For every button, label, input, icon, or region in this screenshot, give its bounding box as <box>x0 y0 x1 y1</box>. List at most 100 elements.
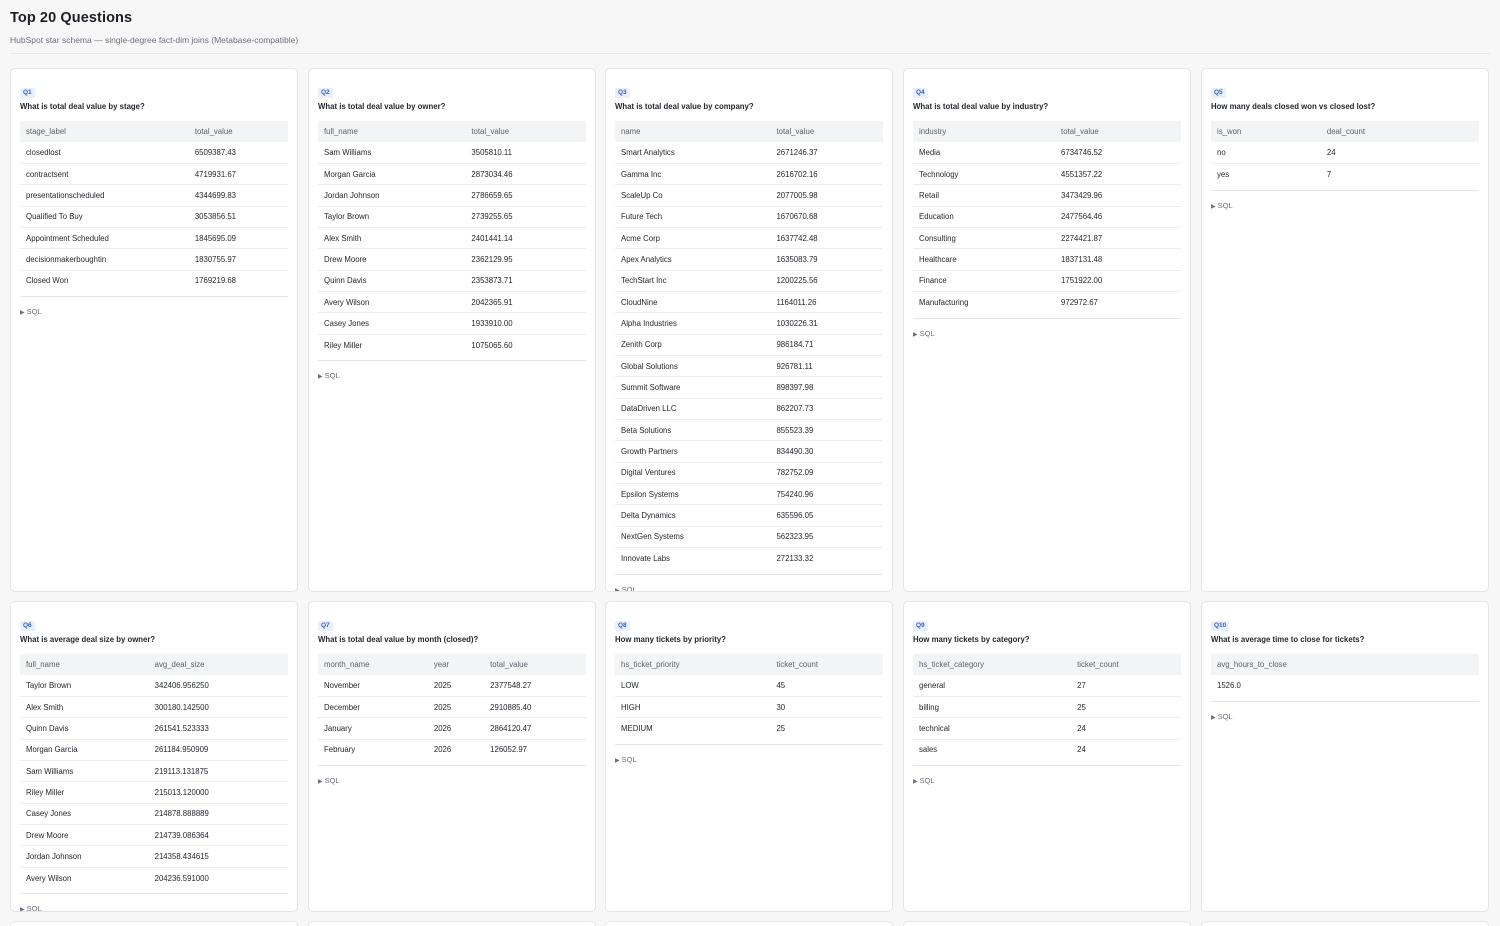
table-row: Digital Ventures 782752.09 <box>615 462 883 485</box>
question-badge: Q10 <box>1211 621 1230 631</box>
column-header: is_won <box>1211 121 1321 142</box>
table-cell: NextGen Systems <box>615 526 771 549</box>
table-cell: 926781.11 <box>770 355 883 378</box>
table-row: TechStart Inc 1200225.56 <box>615 270 883 292</box>
header-divider <box>10 53 1490 54</box>
table-cell: 862207.73 <box>770 398 883 420</box>
result-table: full_name avg_deal_size Taylor Brown 342406… <box>20 654 288 888</box>
table-cell: 972972.67 <box>1061 297 1098 307</box>
column-header: full_name <box>20 654 149 675</box>
page-subtitle: HubSpot star schema — single-degree fact… <box>10 35 299 45</box>
sql-toggle[interactable]: ▶ SQL <box>913 328 1181 340</box>
table-cell: Riley Miller <box>20 781 149 804</box>
question-title: What is total deal value by month (close… <box>318 635 479 644</box>
table-cell: Alpha Industries <box>615 312 771 335</box>
table-cell: 1845695.09 <box>188 227 288 250</box>
table-cell: 6734746.52 <box>1055 142 1181 164</box>
column-header: stage_label <box>20 121 189 142</box>
column-header: total_value <box>188 121 288 142</box>
sql-toggle[interactable]: ▶ SQL <box>20 903 288 911</box>
table-cell: 4719931.67 <box>188 163 288 186</box>
table-row: Technology 4551357.22 <box>913 163 1181 186</box>
table-row: Quinn Davis 261541.523333 <box>20 717 288 740</box>
table-cell: 3053856.51 <box>188 206 288 228</box>
table-cell: February <box>324 745 356 755</box>
table-row: sales 24 <box>913 739 1181 760</box>
table-header-row: name total_value <box>615 121 883 142</box>
table-row: January 2026 2864120.47 <box>318 717 586 740</box>
table-cell: 261541.523333 <box>148 717 288 740</box>
question-badge: Q6 <box>20 621 35 631</box>
table-row: no 24 <box>1211 142 1479 164</box>
table-row: Appointment Scheduled 1845695.09 <box>20 227 288 250</box>
column-header: month_name <box>318 654 428 675</box>
table-cell: 261184.950909 <box>148 739 288 761</box>
question-title: What is total deal value by owner? <box>318 102 446 111</box>
question-card-partial <box>605 921 893 926</box>
column-header: ticket_count <box>770 654 883 675</box>
sql-toggle[interactable]: ▶ SQL <box>20 306 288 318</box>
column-header: industry <box>913 121 1056 142</box>
table-cell: 1637742.48 <box>770 227 883 250</box>
table-cell: November <box>318 675 428 697</box>
result-table: stage_label total_value closedlost 6509387.… <box>20 121 288 291</box>
table-row: Sam Williams 3505810.11 <box>318 142 586 164</box>
page-header: Top 20 Questions HubSpot star schema — s… <box>10 10 298 45</box>
sql-toggle[interactable]: ▶ SQL <box>615 584 883 591</box>
table-cell: Casey Jones <box>318 312 466 335</box>
table-cell: ScaleUp Co <box>615 184 771 207</box>
table-cell: 1075065.60 <box>471 340 513 350</box>
caret-right-icon: ▶ <box>913 331 918 338</box>
table-divider <box>20 893 288 895</box>
question-title: How many deals closed won vs closed lost… <box>1211 102 1376 111</box>
table-cell: 1837131.48 <box>1055 248 1181 271</box>
sql-toggle[interactable]: ▶ SQL <box>1211 200 1479 212</box>
table-cell: Alex Smith <box>318 227 466 250</box>
table-row: general 27 <box>913 675 1181 697</box>
table-cell: 782752.09 <box>770 462 883 485</box>
table-cell: 214739.086364 <box>148 824 288 847</box>
page-title: Top 20 Questions <box>10 10 133 26</box>
column-header: ticket_count <box>1071 654 1181 675</box>
table-cell: 1933910.00 <box>465 312 586 335</box>
table-cell: contractsent <box>20 163 189 186</box>
question-card-partial <box>903 921 1191 926</box>
table-cell: 3505810.11 <box>465 142 586 164</box>
sql-toggle[interactable]: ▶ SQL <box>318 775 586 787</box>
table-cell: Innovate Labs <box>621 553 670 563</box>
table-row: billing 25 <box>913 696 1181 719</box>
table-row: Delta Dynamics 635596.05 <box>615 504 883 527</box>
table-row: Zenith Corp 986184.71 <box>615 334 883 356</box>
table-cell: Closed Won <box>26 276 69 286</box>
sql-toggle[interactable]: ▶ SQL <box>1211 711 1479 723</box>
table-cell: 24 <box>1077 745 1086 755</box>
table-header-row: full_name total_value <box>318 121 586 142</box>
table-row: Jordan Johnson 214358.434615 <box>20 845 288 868</box>
table-header-row: hs_ticket_priority ticket_count <box>615 654 883 675</box>
table-row: Consulting 2274421.87 <box>913 227 1181 250</box>
sql-toggle-label: SQL <box>324 371 340 381</box>
sql-toggle[interactable]: ▶ SQL <box>318 370 586 382</box>
table-cell: 24 <box>1320 142 1479 164</box>
caret-right-icon: ▶ <box>913 779 918 786</box>
sql-toggle[interactable]: ▶ SQL <box>913 775 1181 787</box>
table-cell: Zenith Corp <box>615 334 771 356</box>
sql-toggle[interactable]: ▶ SQL <box>615 754 883 766</box>
table-cell: December <box>318 696 428 719</box>
question-title: What is total deal value by stage? <box>20 102 145 111</box>
table-row: Riley Miller 1075065.60 <box>318 334 586 355</box>
question-badge: Q4 <box>913 88 928 98</box>
table-cell: 635596.05 <box>770 504 883 527</box>
table-cell: 45 <box>770 675 883 697</box>
table-cell: 2377548.27 <box>484 675 586 697</box>
table-row: Morgan Garcia 2873034.46 <box>318 163 586 186</box>
table-row: December 2025 2910885.40 <box>318 696 586 719</box>
caret-right-icon: ▶ <box>1211 715 1216 722</box>
question-card-partial <box>1201 921 1489 926</box>
table-cell: Beta Solutions <box>615 419 771 442</box>
table-row: Drew Moore 214739.086364 <box>20 824 288 847</box>
table-cell: Taylor Brown <box>318 206 466 228</box>
result-table: industry total_value Media 6734746.52 Techno… <box>913 121 1181 313</box>
table-row: Apex Analytics 1635083.79 <box>615 248 883 271</box>
table-cell: 1164011.26 <box>770 291 883 314</box>
